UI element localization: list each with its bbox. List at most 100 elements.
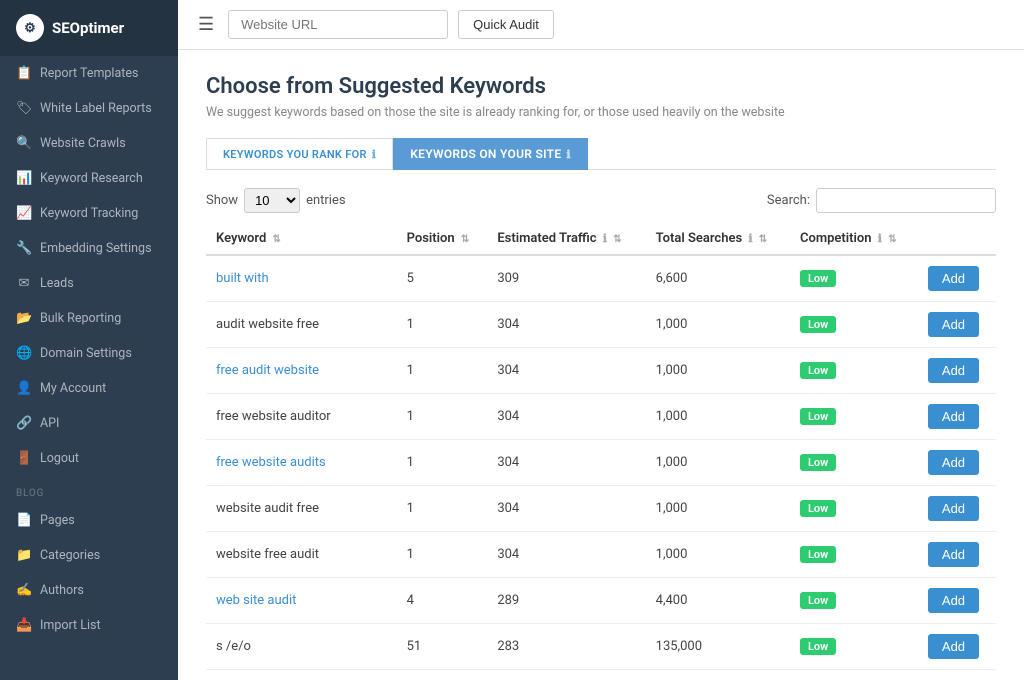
cell-competition: Low bbox=[790, 532, 918, 578]
cell-traffic: 304 bbox=[487, 348, 645, 394]
sidebar-item-keyword-tracking[interactable]: 📈Keyword Tracking bbox=[0, 196, 178, 231]
nav-label-logout: Logout bbox=[40, 451, 79, 466]
sidebar-item-my-account[interactable]: 👤 My Account bbox=[0, 371, 178, 406]
cell-traffic: 289 bbox=[487, 578, 645, 624]
logo: ⚙ SEOptimer bbox=[0, 0, 178, 56]
cell-competition: Medium bbox=[790, 670, 918, 680]
cell-searches: 1,000 bbox=[646, 348, 790, 394]
keyword-text: website free audit bbox=[216, 547, 319, 562]
sidebar-item-report-templates[interactable]: 📋Report Templates bbox=[0, 56, 178, 91]
nav-label-domain-settings: Domain Settings bbox=[40, 346, 132, 361]
cell-keyword: free website auditor bbox=[206, 394, 397, 440]
add-button[interactable]: Add bbox=[928, 542, 979, 567]
nav-label-keyword-tracking: Keyword Tracking bbox=[40, 206, 138, 221]
quick-audit-button[interactable]: Quick Audit bbox=[458, 10, 554, 39]
cell-position: 1 bbox=[397, 348, 488, 394]
cell-traffic: 283 bbox=[487, 624, 645, 670]
cell-searches: 4,400 bbox=[646, 578, 790, 624]
sidebar-item-keyword-research[interactable]: 📊Keyword Research bbox=[0, 161, 178, 196]
cell-keyword: web site audit bbox=[206, 578, 397, 624]
table-row: website audit free 1 304 1,000 Low Add bbox=[206, 486, 996, 532]
cell-keyword: free audit website bbox=[206, 348, 397, 394]
sidebar-item-embedding-settings[interactable]: 🔧Embedding Settings bbox=[0, 231, 178, 266]
table-controls: Show 10 25 50 100 entries Search: bbox=[206, 188, 996, 213]
cell-competition: Low bbox=[790, 394, 918, 440]
cell-traffic: 304 bbox=[487, 532, 645, 578]
sidebar-item-import-list[interactable]: 📥Import List bbox=[0, 608, 178, 643]
cell-position: 51 bbox=[397, 624, 488, 670]
cell-position: 4 bbox=[397, 578, 488, 624]
nav-icon-pages: 📄 bbox=[16, 513, 32, 528]
nav-icon-api: 🔗 bbox=[16, 416, 32, 431]
cell-action: Add bbox=[918, 578, 996, 624]
sidebar-item-leads[interactable]: ✉Leads bbox=[0, 266, 178, 301]
keyword-text: free website auditor bbox=[216, 409, 331, 424]
sidebar-item-authors[interactable]: ✍Authors bbox=[0, 573, 178, 608]
add-button[interactable]: Add bbox=[928, 266, 979, 291]
col-searches: Total Searches ℹ ⇅ bbox=[646, 223, 790, 255]
entries-select[interactable]: 10 25 50 100 bbox=[244, 188, 300, 213]
cell-traffic: 304 bbox=[487, 486, 645, 532]
tab-site-info-icon: ℹ bbox=[566, 148, 570, 161]
hamburger-icon[interactable]: ☰ bbox=[198, 14, 214, 35]
search-label: Search: bbox=[767, 193, 810, 208]
cell-position: 1 bbox=[397, 394, 488, 440]
add-button[interactable]: Add bbox=[928, 312, 979, 337]
nav-label-white-label-reports: White Label Reports bbox=[40, 101, 152, 116]
nav-items-container: 📋Report Templates🏷White Label Reports🔍We… bbox=[0, 56, 178, 476]
sidebar-item-pages[interactable]: 📄 Pages bbox=[0, 503, 178, 538]
url-input[interactable] bbox=[228, 10, 448, 39]
cell-action: Add bbox=[918, 486, 996, 532]
nav-icon-authors: ✍ bbox=[16, 583, 32, 598]
keyword-link[interactable]: free audit website bbox=[216, 363, 319, 378]
cell-action: Add bbox=[918, 348, 996, 394]
sidebar-item-api[interactable]: 🔗API bbox=[0, 406, 178, 441]
cell-competition: Low bbox=[790, 302, 918, 348]
add-button[interactable]: Add bbox=[928, 496, 979, 521]
add-button[interactable]: Add bbox=[928, 450, 979, 475]
nav-label-pages: Pages bbox=[40, 513, 75, 528]
logo-text: SEOptimer bbox=[52, 19, 124, 37]
cell-searches: 18,100 bbox=[646, 670, 790, 680]
keyword-link[interactable]: free website audits bbox=[216, 455, 326, 470]
sidebar-item-categories[interactable]: 📁Categories bbox=[0, 538, 178, 573]
competition-badge: Low bbox=[800, 362, 836, 379]
cell-competition: Low bbox=[790, 486, 918, 532]
cell-traffic: 304 bbox=[487, 302, 645, 348]
sidebar-item-domain-settings[interactable]: 🌐Domain Settings bbox=[0, 336, 178, 371]
table-header-row: Keyword ⇅ Position ⇅ Estimated Traffic ℹ… bbox=[206, 223, 996, 255]
add-button[interactable]: Add bbox=[928, 588, 979, 613]
keyword-text: audit website free bbox=[216, 317, 319, 332]
tab-keywords-rank[interactable]: KEYWORDS YOU RANK FOR ℹ bbox=[206, 138, 393, 170]
nav-icon-report-templates: 📋 bbox=[16, 66, 32, 81]
nav-label-my-account: My Account bbox=[40, 381, 106, 396]
nav-icon-website-crawls: 🔍 bbox=[16, 136, 32, 151]
table-row: free website audits 1 304 1,000 Low Add bbox=[206, 440, 996, 486]
table-row: built with 5 309 6,600 Low Add bbox=[206, 255, 996, 302]
sidebar-item-white-label-reports[interactable]: 🏷White Label Reports bbox=[0, 91, 178, 126]
add-button[interactable]: Add bbox=[928, 404, 979, 429]
cell-searches: 1,000 bbox=[646, 394, 790, 440]
sidebar-item-website-crawls[interactable]: 🔍Website Crawls bbox=[0, 126, 178, 161]
competition-badge: Low bbox=[800, 592, 836, 609]
cell-position: 1 bbox=[397, 532, 488, 578]
show-entries: Show 10 25 50 100 entries bbox=[206, 188, 346, 213]
nav-icon-my-account: 👤 bbox=[16, 381, 32, 396]
keyword-link[interactable]: web site audit bbox=[216, 593, 296, 608]
competition-badge: Low bbox=[800, 316, 836, 333]
blog-section-label: Blog bbox=[0, 476, 178, 503]
table-row: website free audit 1 304 1,000 Low Add bbox=[206, 532, 996, 578]
cell-keyword: website free audit bbox=[206, 532, 397, 578]
sidebar-item-bulk-reporting[interactable]: 📂Bulk Reporting bbox=[0, 301, 178, 336]
cell-action: Add bbox=[918, 670, 996, 680]
nav-label-bulk-reporting: Bulk Reporting bbox=[40, 311, 121, 326]
sidebar-item-logout[interactable]: 🚪Logout bbox=[0, 441, 178, 476]
keyword-link[interactable]: built with bbox=[216, 271, 269, 286]
add-button[interactable]: Add bbox=[928, 634, 979, 659]
tab-keywords-site[interactable]: KEYWORDS ON YOUR SITE ℹ bbox=[393, 138, 588, 170]
add-button[interactable]: Add bbox=[928, 358, 979, 383]
nav-label-leads: Leads bbox=[40, 276, 74, 291]
nav-label-categories: Categories bbox=[40, 548, 100, 563]
search-input[interactable] bbox=[816, 188, 996, 213]
table-row: web site audit 4 289 4,400 Low Add bbox=[206, 578, 996, 624]
